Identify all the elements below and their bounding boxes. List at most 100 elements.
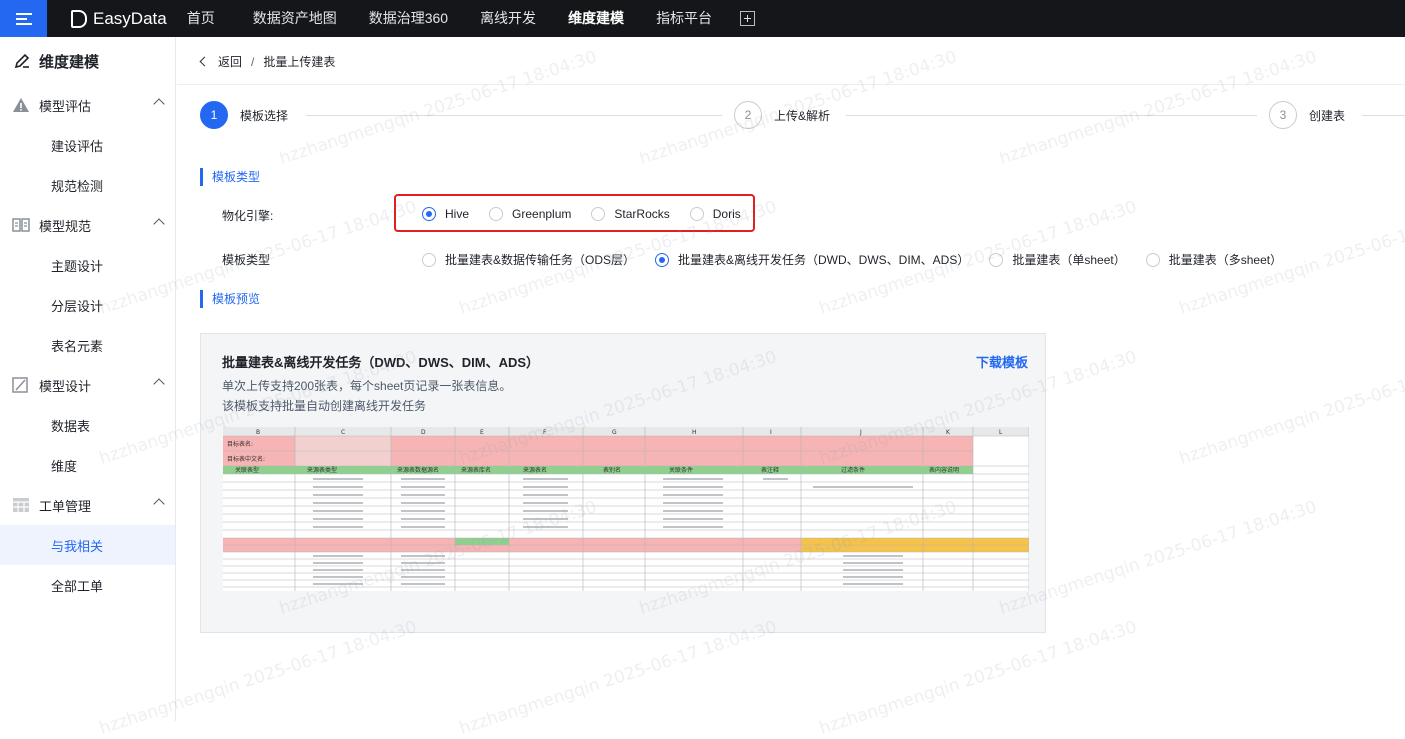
step-1-circle: 1 bbox=[200, 101, 228, 129]
template-radio-ods[interactable]: 批量建表&数据传输任务（ODS层） bbox=[422, 251, 635, 268]
radio-icon bbox=[1145, 252, 1160, 267]
calendar-grid-icon bbox=[13, 498, 29, 512]
logo-text: EasyData bbox=[93, 8, 167, 28]
step-connector bbox=[846, 115, 1257, 116]
svg-text:目标表中文名:: 目标表中文名: bbox=[227, 455, 265, 463]
svg-text:I: I bbox=[770, 429, 772, 436]
step-connector bbox=[1362, 115, 1405, 116]
section-title-template-type: 模板类型 bbox=[200, 168, 260, 186]
svg-text:来源表名: 来源表名 bbox=[523, 466, 547, 474]
template-radio-offline-dev[interactable]: 批量建表&离线开发任务（DWD、DWS、DIM、ADS） bbox=[655, 251, 969, 268]
spreadsheet-preview: B C D E F G H I J K L 目标表名: 目标表中文名: 关联表型… bbox=[223, 427, 1030, 591]
sidebar: 维度建模 模型评估 建设评估 规范检测 模型规范 主题设计 分层设计 表名元素 … bbox=[0, 37, 176, 721]
step-2-circle: 2 bbox=[734, 101, 762, 129]
steps-bar: 1 模板选择 2 上传&解析 3 创建表 bbox=[200, 101, 1405, 131]
app-logo[interactable]: EasyData bbox=[71, 9, 167, 29]
svg-text:B: B bbox=[256, 429, 260, 436]
template-type-radio-group: 批量建表&数据传输任务（ODS层） 批量建表&离线开发任务（DWD、DWS、DI… bbox=[422, 251, 1302, 268]
template-sheet-image: B C D E F G H I J K L 目标表名: 目标表中文名: 关联表型… bbox=[223, 427, 1030, 591]
section-title-template-preview: 模板预览 bbox=[200, 290, 260, 308]
template-type-label: 模板类型 bbox=[222, 253, 271, 267]
warning-triangle-icon bbox=[13, 98, 29, 112]
main-content: 返回 / 批量上传建表 1 模板选择 2 上传&解析 3 创建表 模板类型 物化… bbox=[177, 37, 1405, 721]
preview-title: 批量建表&离线开发任务（DWD、DWS、DIM、ADS） bbox=[222, 355, 540, 370]
step-3-circle: 3 bbox=[1269, 101, 1297, 129]
engine-radio-greenplum[interactable]: Greenplum bbox=[489, 207, 571, 221]
modeling-pen-icon bbox=[14, 53, 30, 69]
sidebar-group-model-design[interactable]: 模型设计 bbox=[0, 365, 175, 405]
svg-text:来源表库名: 来源表库名 bbox=[461, 466, 491, 474]
engine-radio-doris[interactable]: Doris bbox=[689, 207, 741, 221]
sidebar-item-table-name-elements[interactable]: 表名元素 bbox=[0, 325, 175, 365]
breadcrumb: 返回 / 批量上传建表 bbox=[199, 53, 336, 70]
svg-text:G: G bbox=[612, 429, 617, 436]
svg-text:D: D bbox=[421, 429, 426, 436]
sidebar-item-dimension[interactable]: 维度 bbox=[0, 445, 175, 485]
chevron-left-icon[interactable] bbox=[199, 56, 210, 67]
svg-text:来源表数据源名: 来源表数据源名 bbox=[397, 466, 439, 474]
sidebar-item-related-to-me[interactable]: 与我相关 bbox=[0, 525, 175, 565]
step-3-label: 创建表 bbox=[1309, 109, 1346, 123]
top-nav-bar: EasyData 首页 数据资产地图 数据治理360 离线开发 维度建模 指标平… bbox=[0, 0, 1405, 37]
nav-offline-dev[interactable]: 离线开发 bbox=[464, 0, 552, 37]
engine-radio-hive[interactable]: Hive bbox=[422, 207, 469, 221]
svg-text:关联表型: 关联表型 bbox=[235, 466, 259, 474]
nav-home[interactable]: 首页 bbox=[181, 0, 237, 37]
svg-text:C: C bbox=[341, 429, 345, 436]
svg-text:H: H bbox=[692, 429, 697, 436]
menu-toggle-button[interactable] bbox=[0, 0, 47, 37]
sidebar-group-model-spec[interactable]: 模型规范 bbox=[0, 205, 175, 245]
svg-text:关联条件: 关联条件 bbox=[669, 466, 693, 474]
sidebar-group-ticket-management[interactable]: 工单管理 bbox=[0, 485, 175, 525]
engine-label: 物化引擎: bbox=[222, 209, 274, 223]
chevron-up-icon bbox=[153, 378, 165, 390]
template-radio-multi-sheet[interactable]: 批量建表（多sheet） bbox=[1145, 251, 1282, 268]
template-radio-single-sheet[interactable]: 批量建表（单sheet） bbox=[989, 251, 1126, 268]
breadcrumb-separator: / bbox=[251, 54, 255, 69]
sidebar-item-layer-design[interactable]: 分层设计 bbox=[0, 285, 175, 325]
divider bbox=[177, 84, 1405, 85]
preview-description: 该模板支持批量自动创建离线开发任务 bbox=[222, 399, 427, 413]
download-template-link[interactable]: 下载模板 bbox=[976, 352, 1028, 371]
nav-data-asset-map[interactable]: 数据资产地图 bbox=[237, 0, 353, 37]
svg-text:E: E bbox=[480, 429, 484, 436]
sidebar-item-data-table[interactable]: 数据表 bbox=[0, 405, 175, 445]
svg-text:表别名: 表别名 bbox=[603, 466, 621, 474]
book-icon bbox=[12, 218, 30, 232]
step-1-label: 模板选择 bbox=[240, 109, 289, 123]
svg-text:J: J bbox=[859, 429, 862, 436]
nav-dimension-modeling[interactable]: 维度建模 bbox=[552, 0, 640, 37]
chevron-up-icon bbox=[153, 98, 165, 110]
chevron-up-icon bbox=[153, 218, 165, 230]
svg-text:表注释: 表注释 bbox=[761, 466, 779, 474]
chevron-up-icon bbox=[153, 498, 165, 510]
menu-icon bbox=[15, 12, 32, 25]
nav-data-governance[interactable]: 数据治理360 bbox=[353, 0, 464, 37]
svg-text:过滤条件: 过滤条件 bbox=[841, 466, 865, 474]
radio-icon bbox=[489, 207, 504, 221]
step-connector bbox=[306, 115, 722, 116]
radio-checked-icon bbox=[655, 252, 670, 267]
back-link[interactable]: 返回 bbox=[218, 53, 242, 70]
breadcrumb-current: 批量上传建表 bbox=[263, 55, 336, 69]
svg-text:目标表名:: 目标表名: bbox=[227, 440, 253, 448]
sidebar-item-all-tickets[interactable]: 全部工单 bbox=[0, 565, 175, 605]
add-tab-icon[interactable] bbox=[740, 11, 756, 26]
sidebar-item-build-evaluation[interactable]: 建设评估 bbox=[0, 125, 175, 165]
radio-icon bbox=[422, 252, 436, 267]
sidebar-item-theme-design[interactable]: 主题设计 bbox=[0, 245, 175, 285]
nav-metrics-platform[interactable]: 指标平台 bbox=[640, 0, 728, 37]
step-2-label: 上传&解析 bbox=[774, 109, 831, 123]
preview-description: 单次上传支持200张表，每个sheet页记录一张表信息。 bbox=[222, 379, 512, 393]
easydata-logo-icon bbox=[71, 9, 87, 28]
radio-icon bbox=[989, 252, 1004, 267]
top-nav: 首页 数据资产地图 数据治理360 离线开发 维度建模 指标平台 bbox=[181, 0, 756, 37]
svg-text:F: F bbox=[543, 429, 547, 436]
engine-radio-starrocks[interactable]: StarRocks bbox=[591, 207, 670, 221]
radio-icon bbox=[689, 207, 704, 221]
sidebar-group-model-evaluation[interactable]: 模型评估 bbox=[0, 85, 175, 125]
radio-icon bbox=[591, 207, 606, 221]
engine-radio-group: Hive Greenplum StarRocks Doris bbox=[422, 207, 761, 221]
svg-text:来源表类型: 来源表类型 bbox=[307, 466, 337, 474]
sidebar-item-spec-check[interactable]: 规范检测 bbox=[0, 165, 175, 205]
